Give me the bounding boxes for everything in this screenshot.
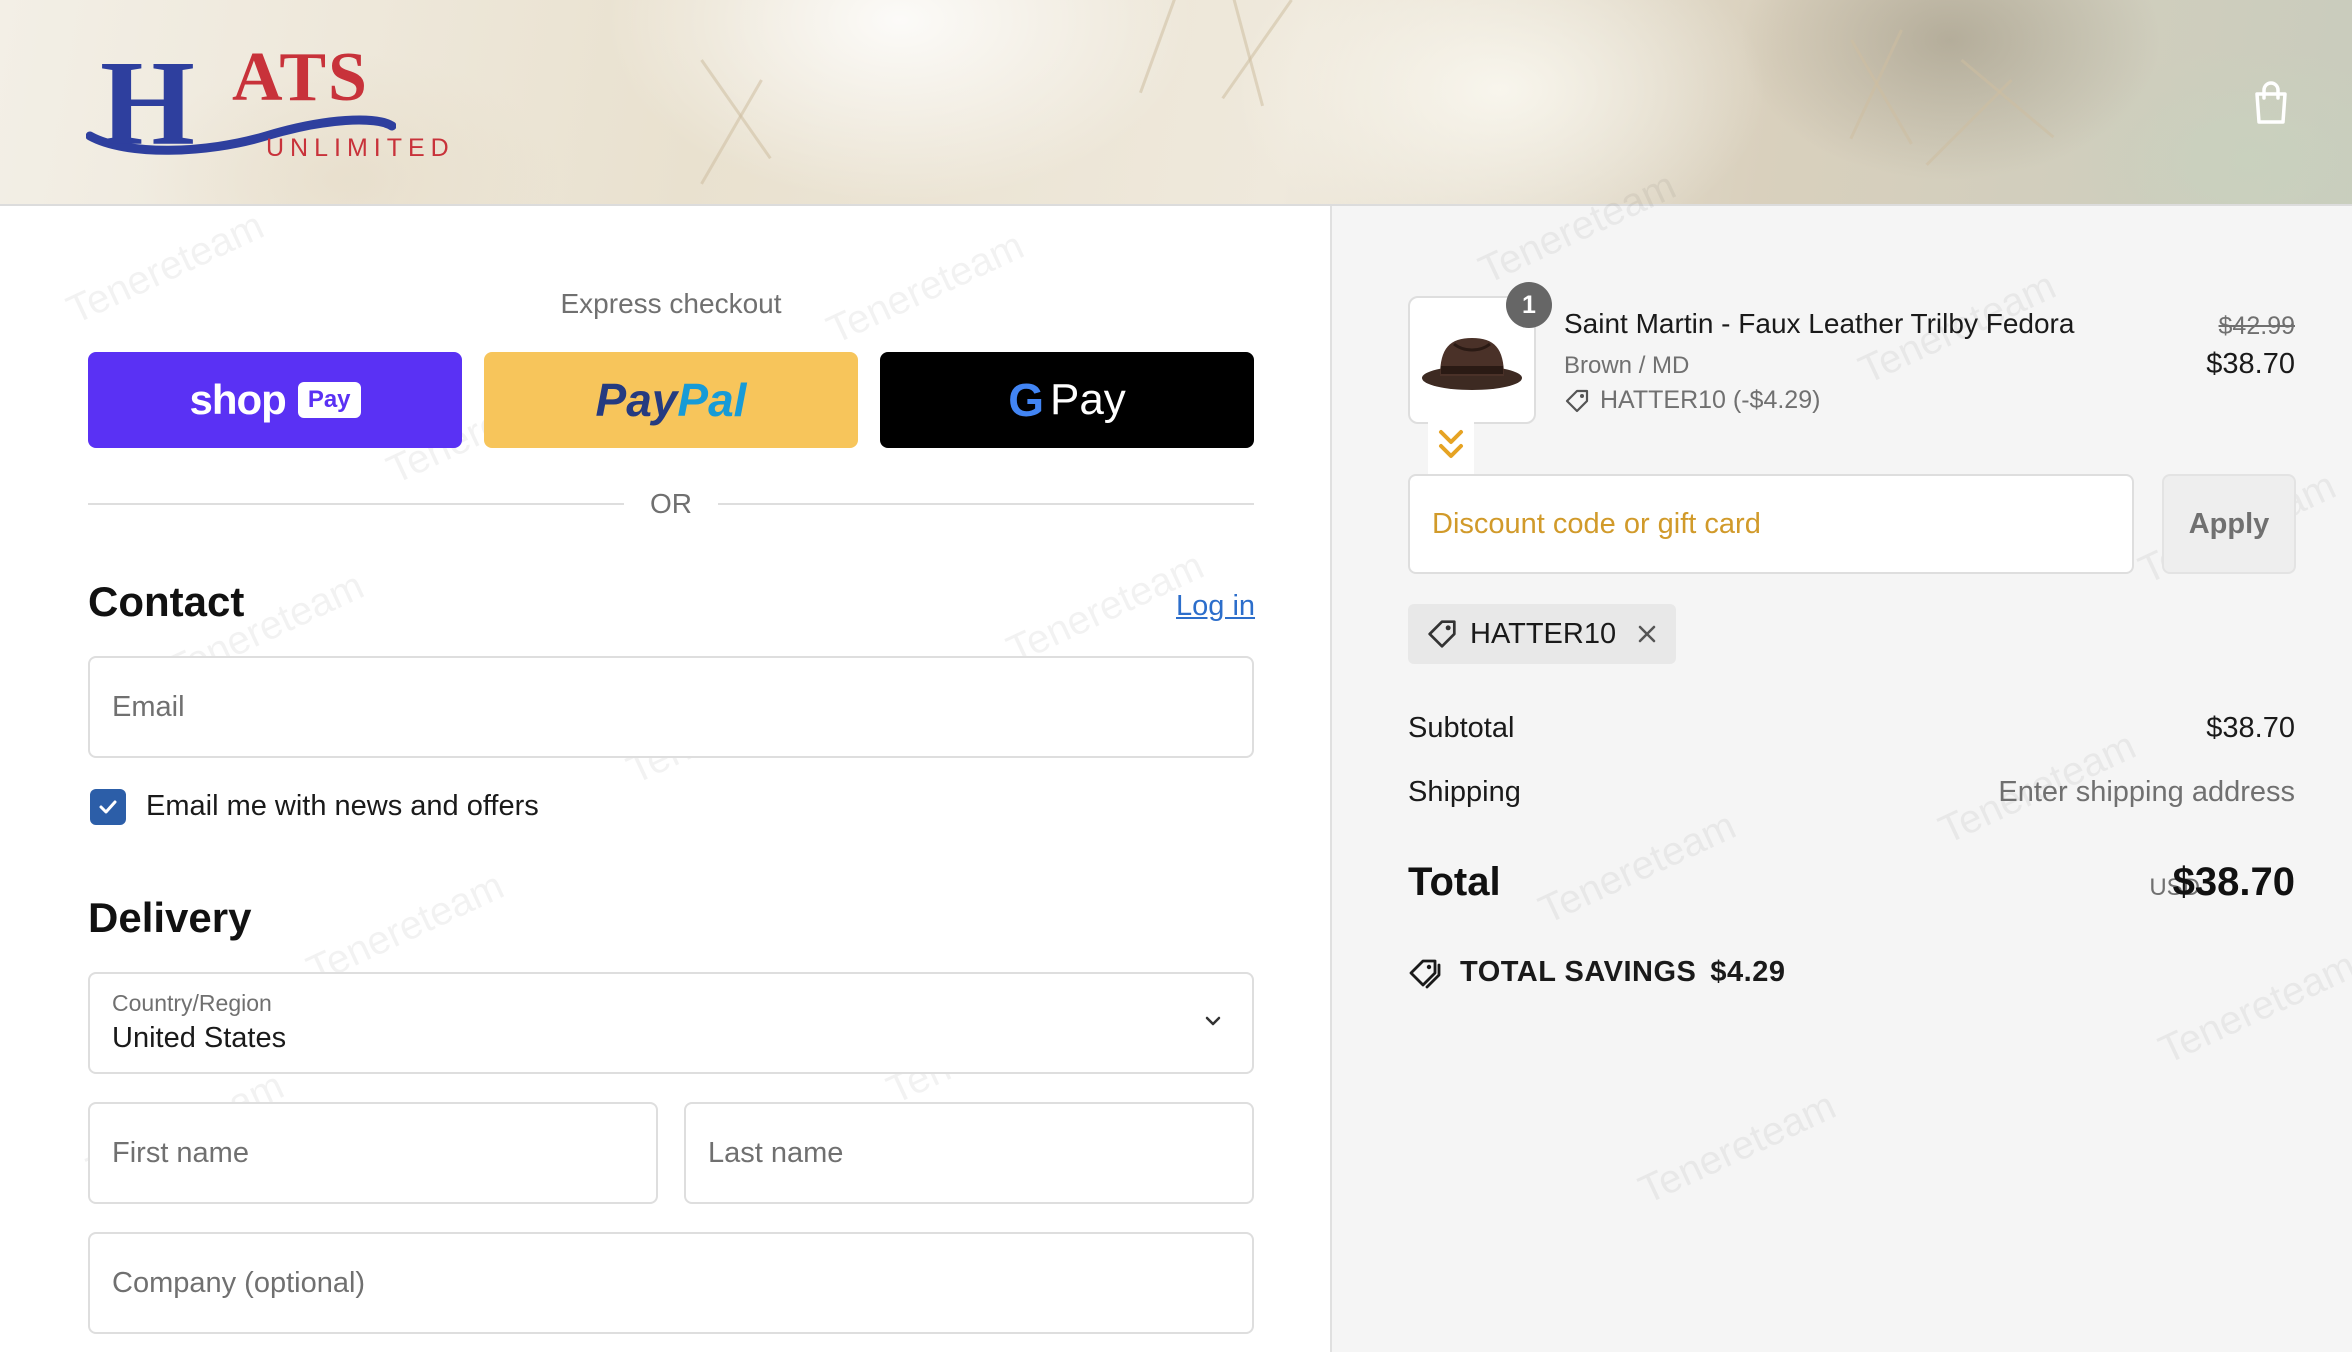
total-label: Total	[1408, 860, 1501, 904]
chevron-down-icon	[1205, 1016, 1221, 1026]
product-name: Saint Martin - Faux Leather Trilby Fedor…	[1564, 308, 2075, 339]
product-line-discount: HATTER10 (-$4.29)	[1564, 386, 1820, 415]
price-current: $38.70	[2206, 348, 2295, 380]
quantity-badge: 1	[1506, 282, 1552, 328]
logo-letter-h: H	[100, 36, 195, 171]
first-name-field[interactable]	[88, 1102, 658, 1204]
or-divider-right	[718, 503, 1254, 505]
last-name-input[interactable]	[686, 1104, 1252, 1202]
price-original: $42.99	[2218, 312, 2295, 340]
total-value: $38.70	[2172, 860, 2295, 904]
shop-pay-word: shop	[189, 376, 286, 423]
express-checkout-title: Express checkout	[560, 288, 782, 319]
shopping-bag-icon	[2255, 81, 2287, 124]
company-input[interactable]	[90, 1234, 1252, 1332]
shop-pay-button[interactable]: shop Pay	[88, 352, 462, 448]
shipping-label: Shipping	[1408, 776, 1521, 808]
close-icon	[1638, 625, 1656, 643]
logo-subtitle: UNLIMITED	[266, 134, 455, 162]
scroll-down-indicator[interactable]	[1428, 412, 1474, 476]
brand-logo[interactable]: H ATS UNLIMITED	[86, 34, 449, 171]
subtotal-value: $38.70	[2206, 712, 2295, 744]
double-chevron-down-icon	[1439, 430, 1463, 458]
shipping-value: Enter shipping address	[1998, 776, 2295, 808]
delivery-heading: Delivery	[88, 894, 252, 941]
paypal-button[interactable]: Pay Pal	[484, 352, 858, 448]
google-g-icon: G	[1008, 374, 1044, 426]
company-field[interactable]	[88, 1232, 1254, 1334]
savings-tag-icon	[1409, 959, 1441, 988]
header-banner: H ATS UNLIMITED	[0, 0, 2352, 206]
product-line-discount-text: HATTER10 (-$4.29)	[1600, 386, 1821, 414]
discount-code-field[interactable]	[1408, 474, 2134, 574]
applied-discount-code: HATTER10	[1470, 617, 1617, 650]
paypal-word-pay: Pay	[595, 374, 678, 426]
contact-heading: Contact	[88, 578, 245, 625]
discount-code-input[interactable]	[1410, 476, 2132, 572]
total-savings: TOTAL SAVINGS $4.29	[1408, 956, 1785, 989]
remove-discount-button[interactable]	[1636, 623, 1658, 645]
newsletter-checkbox[interactable]	[90, 789, 126, 825]
last-name-field[interactable]	[684, 1102, 1254, 1204]
first-name-input[interactable]	[90, 1104, 656, 1202]
apply-discount-button[interactable]: Apply	[2162, 474, 2296, 574]
email-input[interactable]	[90, 658, 1252, 756]
shop-pay-badge: Pay	[297, 382, 361, 418]
tag-icon	[1565, 389, 1589, 412]
or-divider-text: OR	[650, 488, 692, 519]
tag-icon	[1428, 620, 1456, 648]
newsletter-label: Email me with news and offers	[146, 790, 539, 822]
paypal-word-pal: Pal	[677, 374, 747, 426]
product-variant: Brown / MD	[1564, 352, 1690, 379]
or-divider-left	[88, 503, 624, 505]
total-savings-label: TOTAL SAVINGS	[1460, 956, 1697, 988]
applied-discount-chip: HATTER10	[1408, 604, 1677, 664]
google-pay-button[interactable]: G Pay	[880, 352, 1254, 448]
log-in-link[interactable]: Log in	[1176, 590, 1255, 623]
logo-letters-ats: ATS	[232, 39, 369, 116]
total-savings-value: $4.29	[1710, 956, 1786, 988]
email-field[interactable]	[88, 656, 1254, 758]
subtotal-label: Subtotal	[1408, 712, 1515, 744]
checkmark-icon	[99, 800, 117, 814]
country-select[interactable]: Country/Region United States	[88, 972, 1254, 1074]
country-select-value: United States	[112, 1022, 287, 1054]
cart-button[interactable]	[2250, 80, 2292, 126]
country-select-label: Country/Region	[112, 990, 272, 1016]
google-pay-word: Pay	[1049, 375, 1126, 424]
